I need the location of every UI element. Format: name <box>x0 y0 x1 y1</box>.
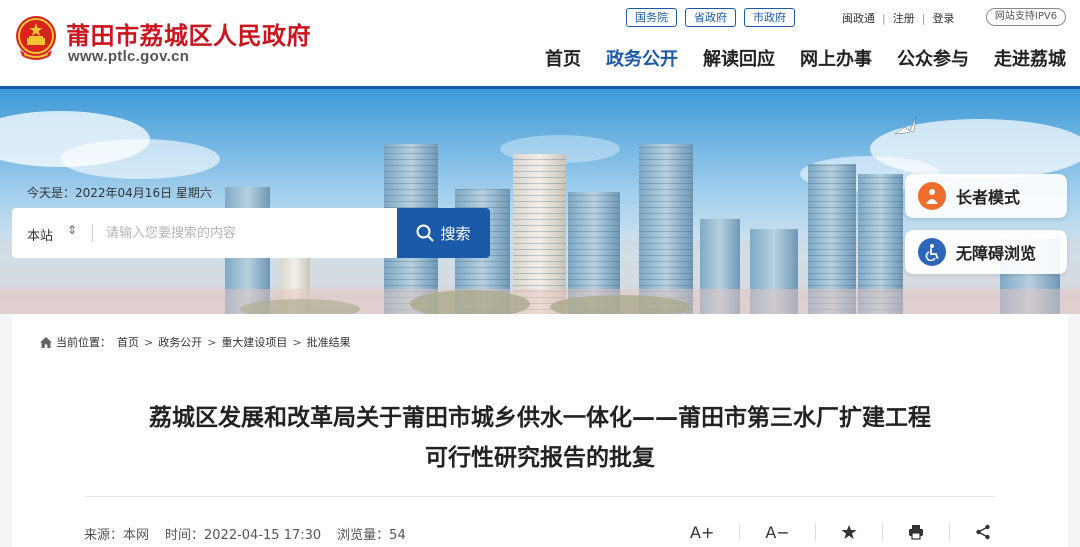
home-icon <box>40 336 52 348</box>
favorite-star-icon[interactable] <box>841 521 857 543</box>
chevron-right-icon: > <box>292 335 302 349</box>
search-button-label: 搜索 <box>440 224 471 243</box>
current-date: 今天是：2022年04月16日 星期六 <box>27 186 212 200</box>
breadcrumb-item-major-projects[interactable]: 重大建设项目 <box>221 334 287 350</box>
divider <box>881 523 883 541</box>
article-title-line1: 荔城区发展和改革局关于莆田市城乡供水一体化——莆田市第三水厂扩建工程 <box>149 405 931 431</box>
article-meta: 来源：本网 时间：2022-04-15 17:30 浏览量：54 <box>84 524 406 543</box>
register-link[interactable]: 注册 <box>893 10 915 26</box>
elder-icon <box>918 182 946 210</box>
article-time: 时间：2022-04-15 17:30 <box>165 528 322 543</box>
divider: | <box>921 11 926 25</box>
wheelchair-icon <box>918 238 946 266</box>
breadcrumb-item-gov-affairs[interactable]: 政务公开 <box>158 334 202 350</box>
nav-about-licheng[interactable]: 走进荔城 <box>994 45 1066 71</box>
breadcrumb-item-approval-results[interactable]: 批准结果 <box>307 334 351 350</box>
divider <box>814 523 816 541</box>
article-views: 浏览量：54 <box>337 528 406 543</box>
elder-mode-label: 长者模式 <box>956 188 1021 207</box>
accessibility-label: 无障碍浏览 <box>956 244 1037 263</box>
breadcrumb-prefix: 当前位置： <box>56 336 111 349</box>
accessibility-button[interactable]: 无障碍浏览 <box>905 230 1067 274</box>
font-increase-button[interactable]: A+ <box>690 521 714 543</box>
search-box: 本站 ⇕ <box>12 208 397 258</box>
nav-home[interactable]: 首页 <box>545 45 581 71</box>
minzhengtong-link[interactable]: 闽政通 <box>842 10 875 26</box>
divider <box>739 523 741 541</box>
chevron-right-icon: > <box>207 335 217 349</box>
divider <box>948 523 950 541</box>
article-source: 来源：本网 <box>84 528 150 543</box>
nav-public-participation[interactable]: 公众参与 <box>897 45 969 71</box>
utility-links: 闽政通 | 注册 | 登录 <box>842 10 954 26</box>
title-divider <box>85 496 995 497</box>
article-title-line2: 可行性研究报告的批复 <box>425 445 655 471</box>
nav-gov-affairs[interactable]: 政务公开 <box>606 45 678 71</box>
main-nav: 首页 政务公开 解读回应 网上办事 公众参与 走进荔城 <box>545 45 1066 71</box>
search-input[interactable] <box>106 220 386 246</box>
login-link[interactable]: 登录 <box>932 10 954 26</box>
font-decrease-button[interactable]: A− <box>765 521 789 543</box>
gov-link-province[interactable]: 省政府 <box>685 8 736 27</box>
nav-online-services[interactable]: 网上办事 <box>800 45 872 71</box>
site-title[interactable]: 莆田市荔城区人民政府 <box>66 16 311 51</box>
gov-link-city[interactable]: 市政府 <box>744 8 795 27</box>
share-icon[interactable] <box>975 521 991 543</box>
search-button[interactable]: 搜索 <box>397 208 490 258</box>
elder-mode-button[interactable]: 长者模式 <box>905 174 1067 218</box>
breadcrumb: 当前位置： 首页 > 政务公开 > 重大建设项目 > 批准结果 <box>40 334 351 350</box>
divider: | <box>882 11 886 25</box>
site-header: 莆田市荔城区人民政府 www.ptlc.gov.cn 国务院 省政府 市政府 闽… <box>0 0 1080 89</box>
print-icon[interactable] <box>908 521 924 543</box>
ipv6-badge: 网站支持IPV6 <box>986 8 1066 26</box>
nav-interpretation[interactable]: 解读回应 <box>703 45 775 71</box>
breadcrumb-item-home[interactable]: 首页 <box>117 334 139 350</box>
article-tools: A+ A− <box>690 521 991 543</box>
search-scope-select[interactable]: 本站 <box>27 225 53 244</box>
site-url: www.ptlc.gov.cn <box>68 48 190 65</box>
search-icon <box>416 224 434 242</box>
gov-links: 国务院 省政府 市政府 <box>626 8 795 27</box>
updown-caret-icon[interactable]: ⇕ <box>67 223 77 237</box>
chevron-right-icon: > <box>144 335 154 349</box>
search-divider <box>92 224 93 242</box>
gov-link-state-council[interactable]: 国务院 <box>626 8 677 27</box>
national-emblem-icon <box>16 16 56 60</box>
